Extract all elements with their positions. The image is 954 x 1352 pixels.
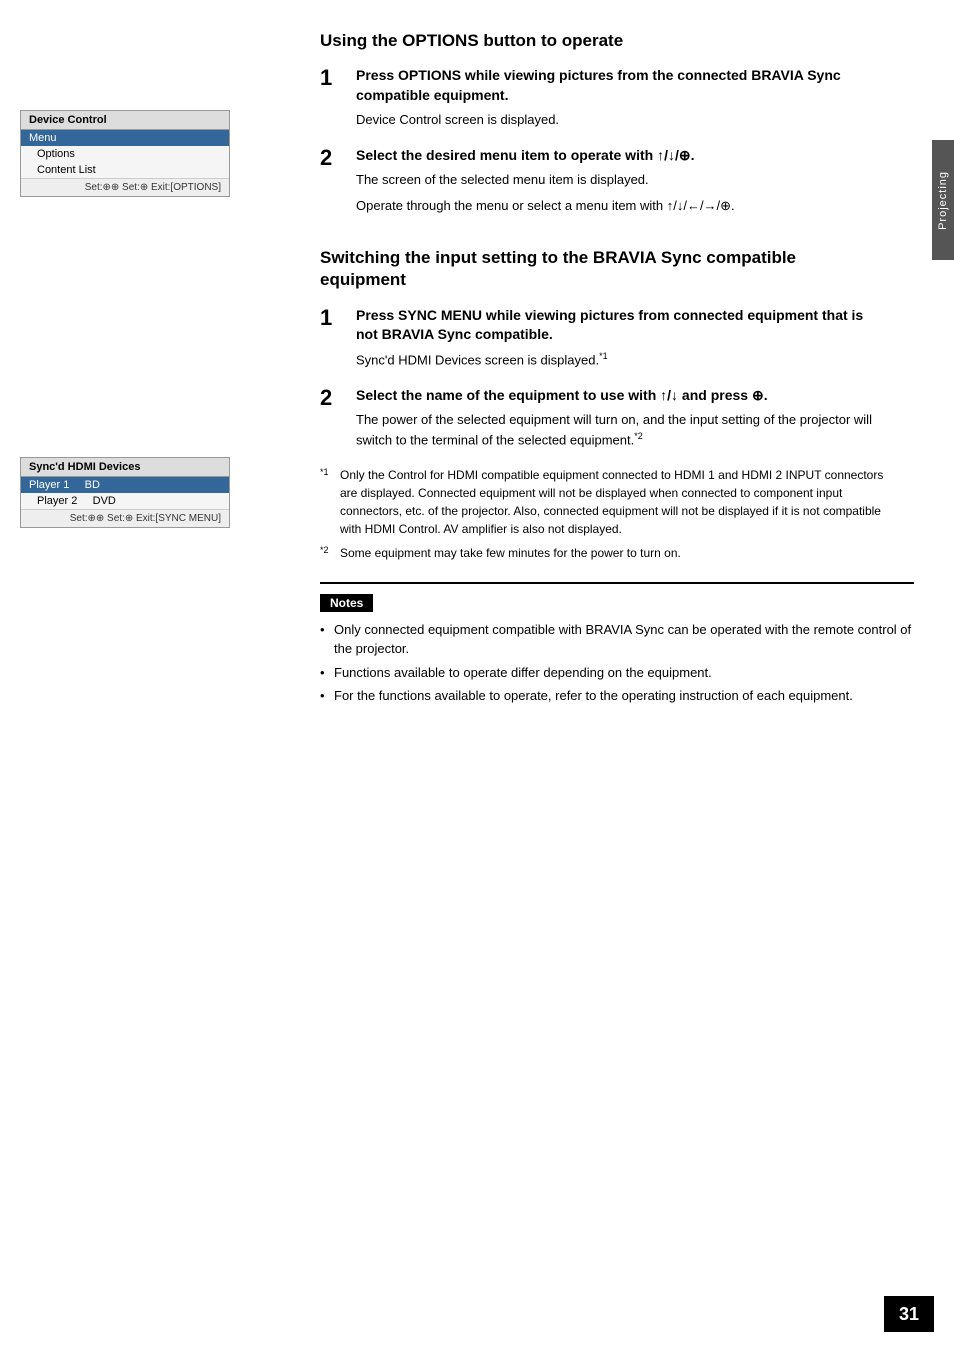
section1-step1-number: 1 bbox=[320, 66, 350, 130]
footnote2-text: Some equipment may take few minutes for … bbox=[340, 544, 681, 562]
syncd-hdmi-player2: Player 2 DVD bbox=[21, 493, 229, 509]
section1-step2-title: Select the desired menu item to operate … bbox=[356, 146, 884, 166]
section1-step2: 2 Select the desired menu item to operat… bbox=[320, 146, 884, 216]
section2-heading: Switching the input setting to the BRAVI… bbox=[320, 247, 884, 291]
sidebar-tab: Projecting bbox=[932, 140, 954, 260]
section2-step1-desc: Sync'd HDMI Devices screen is displayed.… bbox=[356, 350, 884, 370]
syncd-hdmi-player1: Player 1 BD bbox=[21, 477, 229, 493]
footnote2: *2 Some equipment may take few minutes f… bbox=[320, 544, 884, 562]
content-main: Using the OPTIONS button to operate 1 Pr… bbox=[320, 30, 914, 562]
notes-item-1: Only connected equipment compatible with… bbox=[320, 620, 914, 659]
section1-step2-content: Select the desired menu item to operate … bbox=[356, 146, 884, 216]
device-control-area: Device Control Menu Options Content List… bbox=[20, 110, 280, 197]
section2-step1-content: Press SYNC MENU while viewing pictures f… bbox=[356, 306, 884, 370]
right-column: Using the OPTIONS button to operate 1 Pr… bbox=[300, 0, 954, 1352]
left-column: Device Control Menu Options Content List… bbox=[0, 0, 300, 1352]
footnote2-marker: *2 bbox=[320, 544, 336, 562]
device-control-title: Device Control bbox=[21, 111, 229, 130]
section1-step1-title: Press OPTIONS while viewing pictures fro… bbox=[356, 66, 884, 105]
footnote1-text: Only the Control for HDMI compatible equ… bbox=[340, 466, 884, 538]
section2-step2-title: Select the name of the equipment to use … bbox=[356, 386, 884, 406]
section1-step1-content: Press OPTIONS while viewing pictures fro… bbox=[356, 66, 884, 130]
page-number: 31 bbox=[884, 1296, 934, 1332]
section1-step2-number: 2 bbox=[320, 146, 350, 216]
syncd-hdmi-area: Sync'd HDMI Devices Player 1 BD Player 2… bbox=[20, 457, 280, 528]
section1-heading: Using the OPTIONS button to operate bbox=[320, 30, 884, 52]
device-control-footer: Set:⊕⊕ Set:⊕ Exit:[OPTIONS] bbox=[21, 178, 229, 196]
section1-step2-desc2: Operate through the menu or select a men… bbox=[356, 196, 884, 216]
syncd-hdmi-title: Sync'd HDMI Devices bbox=[21, 458, 229, 477]
device-control-item-options: Options bbox=[21, 146, 229, 162]
page-number-area: 31 bbox=[884, 1296, 934, 1332]
footnote1-marker: *1 bbox=[320, 466, 336, 538]
section2-step1-title: Press SYNC MENU while viewing pictures f… bbox=[356, 306, 884, 345]
notes-item-3: For the functions available to operate, … bbox=[320, 686, 914, 706]
page-container: Device Control Menu Options Content List… bbox=[0, 0, 954, 1352]
section2-step1-number: 1 bbox=[320, 306, 350, 370]
section2-step2-number: 2 bbox=[320, 386, 350, 450]
footnote1: *1 Only the Control for HDMI compatible … bbox=[320, 466, 884, 538]
sidebar-tab-label: Projecting bbox=[937, 171, 949, 230]
section1-step2-desc: The screen of the selected menu item is … bbox=[356, 170, 884, 190]
section2-step2-content: Select the name of the equipment to use … bbox=[356, 386, 884, 450]
section2-step2-desc: The power of the selected equipment will… bbox=[356, 410, 884, 449]
device-control-item-contentlist: Content List bbox=[21, 162, 229, 178]
notes-label: Notes bbox=[320, 594, 373, 612]
footnote1-sup: *1 bbox=[599, 351, 608, 361]
notes-section: Notes Only connected equipment compatibl… bbox=[320, 582, 914, 706]
section1-step1-desc: Device Control screen is displayed. bbox=[356, 110, 884, 130]
device-control-item-menu: Menu bbox=[21, 130, 229, 146]
footnote2-sup: *2 bbox=[634, 431, 643, 441]
section2-step2: 2 Select the name of the equipment to us… bbox=[320, 386, 884, 450]
syncd-hdmi-box: Sync'd HDMI Devices Player 1 BD Player 2… bbox=[20, 457, 230, 528]
section2-step1: 1 Press SYNC MENU while viewing pictures… bbox=[320, 306, 884, 370]
syncd-hdmi-footer: Set:⊕⊕ Set:⊕ Exit:[SYNC MENU] bbox=[21, 509, 229, 527]
section1-step1: 1 Press OPTIONS while viewing pictures f… bbox=[320, 66, 884, 130]
notes-list: Only connected equipment compatible with… bbox=[320, 620, 914, 706]
notes-item-2: Functions available to operate differ de… bbox=[320, 663, 914, 683]
device-control-box: Device Control Menu Options Content List… bbox=[20, 110, 230, 197]
